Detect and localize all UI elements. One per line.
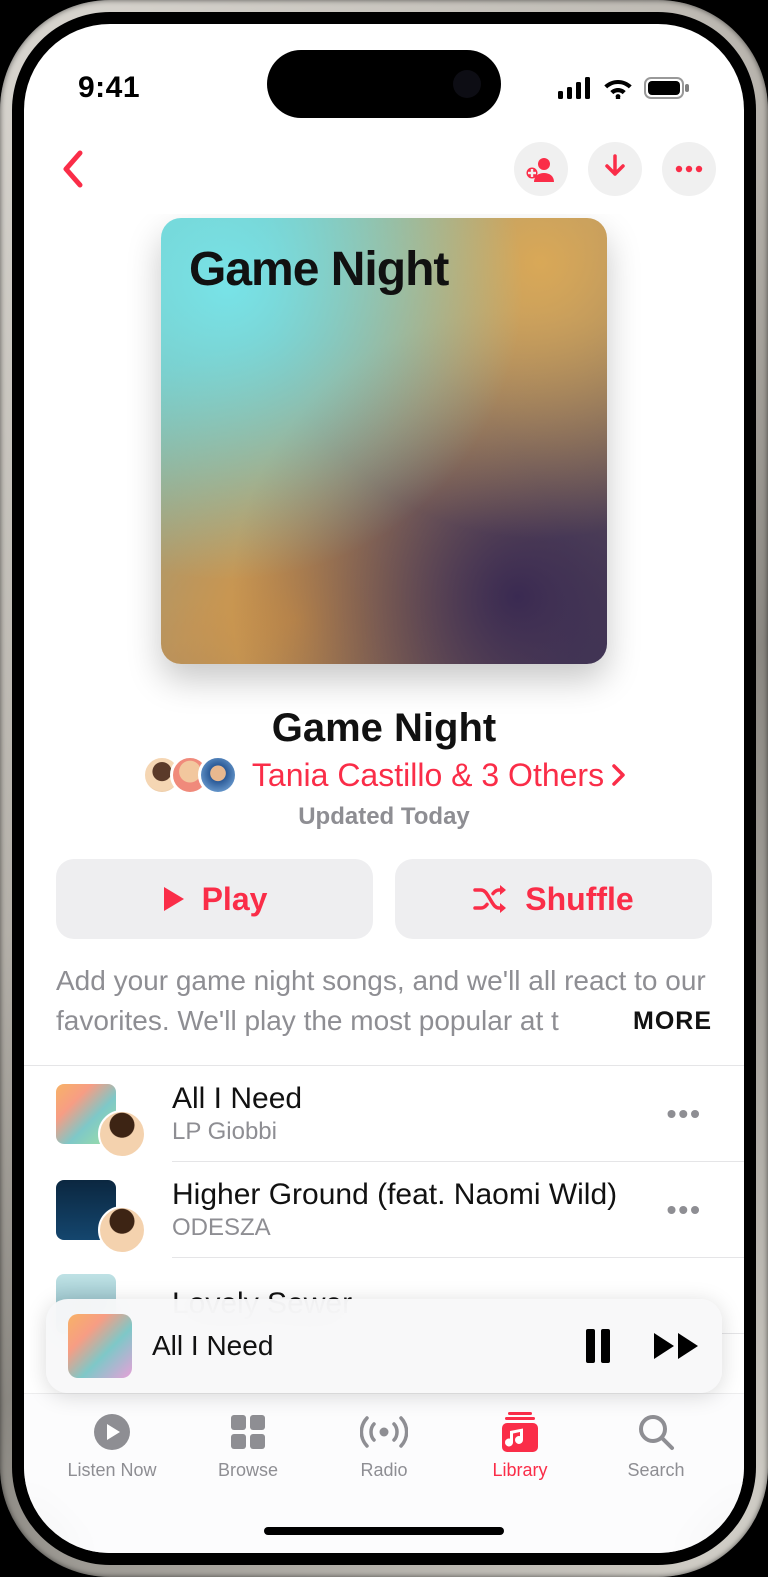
playlist-title: Game Night [24, 706, 744, 751]
track-artwork [56, 1084, 116, 1144]
status-time: 9:41 [78, 71, 140, 105]
more-button[interactable] [662, 142, 716, 196]
artwork-label: Game Night [189, 242, 579, 297]
updated-label: Updated Today [24, 803, 744, 831]
tab-label: Library [492, 1460, 547, 1481]
track-artwork [56, 1180, 116, 1240]
track-more-button[interactable]: ••• [657, 1184, 712, 1236]
shuffle-icon [473, 884, 509, 914]
dynamic-island [267, 50, 501, 118]
track-row[interactable]: Higher Ground (feat. Naomi Wild) ODESZA … [24, 1162, 744, 1258]
shuffle-button[interactable]: Shuffle [395, 859, 712, 939]
more-button[interactable]: MORE [593, 1001, 712, 1041]
track-artist: LP Giobbi [172, 1118, 657, 1146]
chevron-left-icon [60, 150, 84, 188]
collaborators-label: Tania Castillo & 3 Others [252, 757, 604, 794]
search-icon [637, 1413, 675, 1451]
playlist-description: Add your game night songs, and we'll all… [24, 961, 744, 1041]
back-button[interactable] [52, 142, 92, 196]
play-button[interactable]: Play [56, 859, 373, 939]
now-playing-title: All I Need [152, 1330, 584, 1362]
tab-label: Search [627, 1460, 684, 1481]
pause-icon [584, 1329, 612, 1363]
person-add-icon [526, 156, 556, 182]
play-circle-icon [92, 1412, 132, 1452]
chevron-right-icon [612, 763, 626, 787]
mini-player[interactable]: All I Need [46, 1299, 722, 1393]
playlist-artwork[interactable]: Game Night [161, 218, 607, 664]
wifi-icon [602, 77, 634, 99]
shuffle-label: Shuffle [525, 881, 633, 918]
download-button[interactable] [588, 142, 642, 196]
grid-icon [230, 1414, 266, 1450]
play-icon [162, 885, 186, 913]
track-title: Higher Ground (feat. Naomi Wild) [172, 1178, 657, 1212]
contributor-avatar [98, 1206, 146, 1254]
collaborate-button[interactable] [514, 142, 568, 196]
cellular-icon [558, 77, 592, 99]
ellipsis-icon [675, 165, 703, 173]
now-playing-artwork [68, 1314, 132, 1378]
track-row[interactable]: All I Need LP Giobbi ••• [24, 1066, 744, 1162]
tab-search[interactable]: Search [596, 1410, 716, 1553]
track-artist: ODESZA [172, 1214, 657, 1242]
download-icon [602, 154, 628, 184]
tab-label: Browse [218, 1460, 278, 1481]
track-more-button[interactable]: ••• [657, 1088, 712, 1140]
play-label: Play [202, 881, 268, 918]
battery-icon [644, 77, 690, 99]
collaborator-avatars [142, 755, 238, 795]
library-icon [501, 1412, 539, 1452]
forward-icon [652, 1331, 700, 1361]
next-button[interactable] [652, 1331, 700, 1361]
tab-label: Listen Now [67, 1460, 156, 1481]
pause-button[interactable] [584, 1329, 612, 1363]
tab-listen-now[interactable]: Listen Now [52, 1410, 172, 1553]
radio-icon [360, 1414, 408, 1450]
tab-label: Radio [360, 1460, 407, 1481]
collaborators-button[interactable]: Tania Castillo & 3 Others [24, 755, 744, 795]
home-indicator[interactable] [264, 1527, 504, 1535]
avatar [198, 755, 238, 795]
track-list: All I Need LP Giobbi ••• Higher Ground (… [24, 1065, 744, 1334]
contributor-avatar [98, 1110, 146, 1158]
track-title: All I Need [172, 1082, 657, 1116]
